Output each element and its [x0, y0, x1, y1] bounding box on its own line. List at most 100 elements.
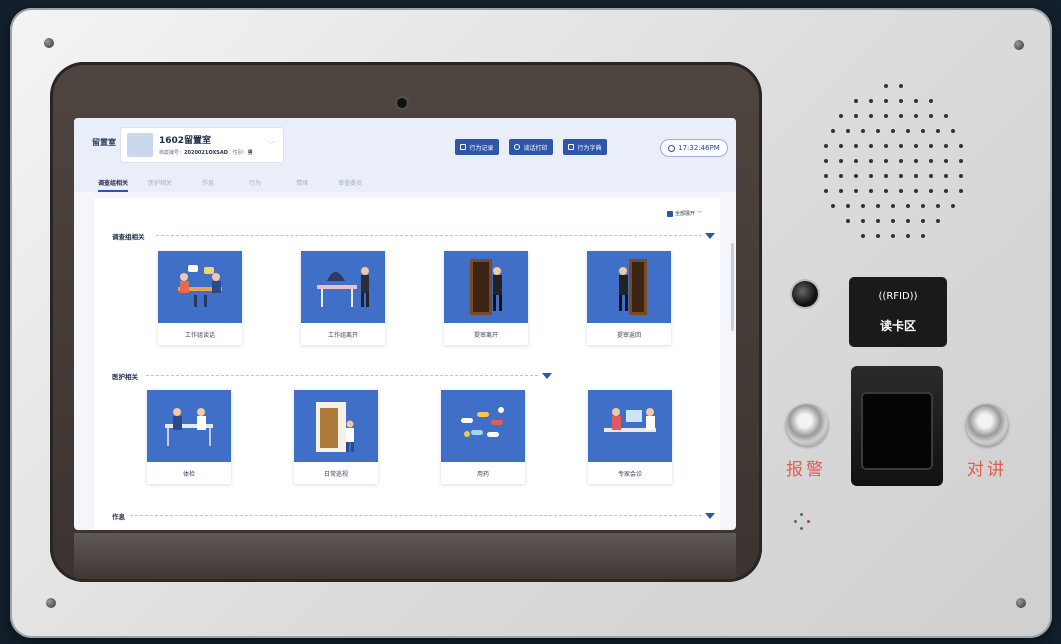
- speaker-hole: [928, 99, 933, 103]
- speaker-hole: [951, 204, 955, 208]
- speaker-hole: [891, 129, 895, 133]
- card-label: 专家会诊: [617, 470, 642, 478]
- microphone-icon: [794, 520, 797, 523]
- speaker-hole: [868, 114, 873, 118]
- speaker-hole: [898, 174, 903, 178]
- speaker-hole: [838, 159, 843, 163]
- speaker-hole: [883, 174, 888, 178]
- avatar: [127, 133, 153, 157]
- card-label: 提审离开: [473, 331, 498, 339]
- speaker-hole: [921, 219, 925, 223]
- speaker-hole: [891, 204, 895, 208]
- speaker-hole: [861, 234, 865, 238]
- behavior-dictionary-label: 行为字典: [577, 144, 602, 152]
- section-divider: [156, 235, 702, 236]
- behavior-card[interactable]: 专家会诊: [588, 390, 672, 484]
- collapse-triangle-icon[interactable]: [705, 513, 715, 519]
- room-label: 留置室: [92, 138, 116, 147]
- screw-bottom-left: [46, 598, 56, 608]
- checkbox-icon: [666, 210, 673, 217]
- tab-review[interactable]: 审查委员: [338, 178, 362, 192]
- card-label: 工作组离开: [327, 331, 358, 339]
- speaker-hole: [921, 234, 925, 238]
- speaker-hole: [838, 114, 843, 118]
- speaker-hole: [928, 159, 933, 163]
- speaker-hole: [861, 129, 865, 133]
- speaker-hole: [846, 219, 850, 223]
- speaker-hole: [898, 189, 903, 193]
- speaker-hole: [823, 189, 828, 193]
- profile-card[interactable]: 1602留置室 档案编号：2020021OXSAD 性别：男 ﹀: [120, 127, 284, 163]
- clock: 17:32:46PM: [660, 139, 728, 157]
- card-label: 工作组谈话: [184, 331, 215, 339]
- speaker-hole: [823, 174, 828, 178]
- intercom-button[interactable]: [966, 404, 1008, 446]
- behavior-card[interactable]: 体检: [147, 390, 231, 484]
- speaker-hole: [868, 159, 873, 163]
- speaker-hole: [898, 114, 903, 118]
- speaker-hole: [838, 144, 843, 148]
- fingerprint-scanner[interactable]: [851, 366, 943, 486]
- speaker-hole: [928, 114, 933, 118]
- microphone-icon: [800, 513, 803, 516]
- speaker-hole: [853, 174, 858, 178]
- speaker-hole: [958, 159, 963, 163]
- tab-emotion[interactable]: 情绪: [296, 178, 308, 192]
- behavior-card[interactable]: 用药: [441, 390, 525, 484]
- chevron-down-icon[interactable]: ﹀: [268, 140, 275, 150]
- scrollbar[interactable]: [731, 243, 734, 331]
- speaker-hole: [853, 189, 858, 193]
- alarm-button[interactable]: [786, 404, 828, 446]
- speaker-hole: [943, 174, 948, 178]
- speaker-hole: [943, 159, 948, 163]
- behavior-card[interactable]: 日常巡视: [294, 390, 378, 484]
- meeting-icon: [158, 251, 242, 323]
- edit-icon: [460, 144, 467, 150]
- behavior-card[interactable]: 工作组离开: [301, 251, 385, 345]
- screw-top-left: [44, 38, 54, 48]
- consultation-icon: [588, 390, 672, 462]
- tab-behavior[interactable]: 行为: [249, 178, 261, 192]
- speaker-hole: [883, 84, 888, 88]
- speaker-hole: [853, 99, 858, 103]
- speaker-hole: [928, 189, 933, 193]
- speaker-hole: [846, 204, 850, 208]
- rfid-reader[interactable]: ((RFID)) 读卡区: [849, 277, 947, 347]
- speaker-hole: [913, 114, 918, 118]
- speaker-hole: [906, 204, 910, 208]
- collapse-triangle-icon[interactable]: [542, 373, 552, 379]
- speaker-hole: [913, 189, 918, 193]
- card-label: 体检: [182, 470, 195, 478]
- speaker-hole: [921, 129, 925, 133]
- speaker-hole: [853, 114, 858, 118]
- print-label: 谈话打印: [523, 144, 548, 152]
- collapse-triangle-icon[interactable]: [705, 233, 715, 239]
- behavior-record-button[interactable]: 行为记录: [455, 139, 499, 155]
- speaker-hole: [898, 144, 903, 148]
- speaker-hole: [891, 219, 895, 223]
- screw-top-right: [1014, 40, 1024, 50]
- behavior-dictionary-button[interactable]: 行为字典: [563, 139, 607, 155]
- speaker-hole: [868, 174, 873, 178]
- behavior-card[interactable]: 提审返回: [587, 251, 671, 345]
- door-return-icon: [587, 251, 671, 323]
- pills-icon: [441, 390, 525, 462]
- behavior-card[interactable]: 工作组谈话: [158, 251, 242, 345]
- tab-investigation[interactable]: 调查组相关: [98, 178, 129, 192]
- speaker-hole: [831, 204, 835, 208]
- behavior-card[interactable]: 提审离开: [444, 251, 528, 345]
- tab-schedule[interactable]: 作息: [202, 178, 214, 192]
- speaker-hole: [883, 159, 888, 163]
- speaker-grille: [808, 80, 978, 250]
- speaker-hole: [883, 144, 888, 148]
- speaker-hole: [943, 189, 948, 193]
- speaker-hole: [876, 219, 880, 223]
- print-button[interactable]: 谈话打印: [509, 139, 553, 155]
- speaker-hole: [831, 129, 835, 133]
- tab-medical[interactable]: 医护相关: [148, 178, 172, 192]
- section-title-medical: 医护相关: [112, 373, 138, 381]
- camera-lens-icon: [792, 281, 818, 307]
- speaker-hole: [846, 129, 850, 133]
- expand-all-toggle[interactable]: 全部展开 ﹀: [666, 210, 702, 217]
- speaker-hole: [876, 129, 880, 133]
